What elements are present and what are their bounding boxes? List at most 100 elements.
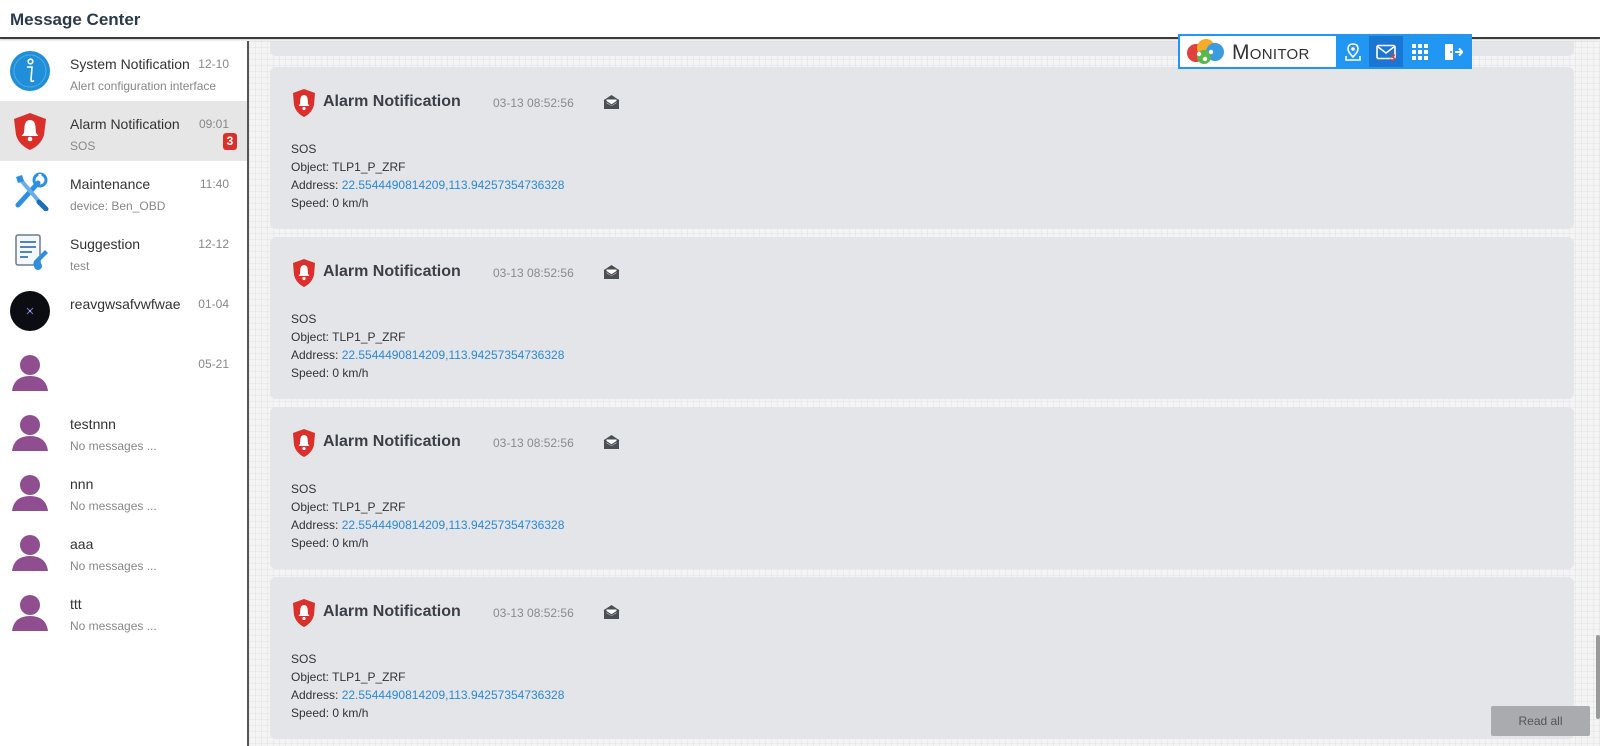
message-time: 03-13 08:52:56: [493, 266, 574, 280]
message-object-line: Object: TLP1_P_ZRF: [291, 160, 406, 174]
monitor-toolbar: Monitor 3: [1178, 34, 1472, 69]
message-address-line: Address: 22.5544490814209,113.9425735473…: [291, 518, 565, 532]
grid-apps-icon: [1411, 43, 1428, 60]
sidebar-item-suggestion[interactable]: Suggestion test 12-12: [0, 221, 247, 281]
envelope-open-icon[interactable]: [603, 604, 620, 620]
sidebar-item-system-notification[interactable]: System Notification Alert configuration …: [0, 41, 247, 101]
message-list: Alarm Notification 03-13 08:52:56 SOS Ob…: [249, 41, 1600, 746]
map-button[interactable]: [1335, 36, 1370, 67]
sidebar-item-name: testnnn: [70, 416, 116, 432]
message-body: SOS Object: TLP1_P_ZRF Address: 22.55444…: [291, 650, 564, 722]
sidebar-item-alarm-notification[interactable]: Alarm Notification SOS 09:01 3: [0, 101, 247, 161]
message-title: Alarm Notification: [323, 93, 461, 110]
message-card[interactable]: Alarm Notification 03-13 08:52:56 SOS Ob…: [270, 67, 1574, 229]
sidebar-item-time: 01-04: [198, 297, 229, 311]
alarm-shield-icon: [293, 89, 315, 117]
user-avatar-icon: [12, 355, 48, 391]
message-object-line: Object: TLP1_P_ZRF: [291, 330, 406, 344]
sidebar-item-name: reavgwsafvwfwae: [70, 296, 181, 312]
sidebar-item-aaa[interactable]: aaa No messages ...: [0, 521, 247, 581]
sidebar-item-name: Alarm Notification: [70, 116, 180, 132]
sidebar-item-preview: No messages ...: [70, 559, 157, 573]
monitor-logo-text: Monitor: [1232, 41, 1310, 64]
sidebar-item-name: Suggestion: [70, 236, 141, 252]
sidebar-item-time: 11:40: [199, 177, 229, 191]
message-speed-line: Speed: 0 km/h: [291, 706, 369, 720]
sidebar-item-unnamed[interactable]: 05-21: [0, 341, 247, 401]
message-address-line: Address: 22.5544490814209,113.9425735473…: [291, 348, 565, 362]
sidebar-item-preview: device: Ben_OBD: [70, 199, 166, 213]
message-title: Alarm Notification: [323, 263, 461, 280]
message-body: SOS Object: TLP1_P_ZRF Address: 22.55444…: [291, 140, 564, 212]
monitor-logo[interactable]: Monitor: [1180, 36, 1336, 67]
message-time: 03-13 08:52:56: [493, 606, 574, 620]
message-speed-line: Speed: 0 km/h: [291, 196, 369, 210]
sidebar-item-reavgwsafvwfwae[interactable]: reavgwsafvwfwae 01-04: [0, 281, 247, 341]
logout-icon: [1445, 43, 1464, 60]
logout-button[interactable]: [1436, 36, 1470, 67]
sidebar-item-maintenance[interactable]: Maintenance device: Ben_OBD 11:40: [0, 161, 247, 221]
sidebar-item-ttt[interactable]: ttt No messages ...: [0, 581, 247, 641]
page-title: Message Center: [10, 10, 141, 29]
sidebar-item-time: 12-12: [198, 237, 229, 251]
message-speed-line: Speed: 0 km/h: [291, 536, 369, 550]
message-card[interactable]: Alarm Notification 03-13 08:52:56 SOS Ob…: [270, 237, 1574, 399]
envelope-open-icon[interactable]: [603, 434, 620, 450]
suggestion-form-icon: [15, 234, 48, 270]
message-object: TLP1_P_ZRF: [332, 160, 406, 174]
address-link[interactable]: 22.5544490814209,113.94257354736328: [342, 348, 565, 362]
mail-badge: 3: [1389, 52, 1396, 64]
sidebar-item-name: System Notification: [70, 56, 190, 72]
message-speed: 0 km/h: [332, 706, 369, 720]
message-object: TLP1_P_ZRF: [332, 500, 406, 514]
message-type: SOS: [291, 652, 317, 666]
address-link[interactable]: 22.5544490814209,113.94257354736328: [342, 688, 565, 702]
alarm-shield-icon: [293, 259, 315, 287]
read-all-button[interactable]: Read all: [1491, 706, 1590, 736]
address-link[interactable]: 22.5544490814209,113.94257354736328: [342, 518, 565, 532]
message-address-line: Address: 22.5544490814209,113.9425735473…: [291, 178, 565, 192]
sidebar-item-name: aaa: [70, 536, 94, 552]
sidebar-item-preview: test: [70, 259, 90, 273]
sidebar-item-preview: No messages ...: [70, 619, 157, 633]
message-card[interactable]: Alarm Notification 03-13 08:52:56 SOS Ob…: [270, 577, 1574, 739]
message-object: TLP1_P_ZRF: [332, 670, 406, 684]
message-body: SOS Object: TLP1_P_ZRF Address: 22.55444…: [291, 480, 564, 552]
messages-button[interactable]: 3: [1369, 36, 1403, 67]
message-type: SOS: [291, 142, 317, 156]
scrollbar[interactable]: [1594, 41, 1600, 746]
user-avatar-icon: [12, 595, 48, 631]
message-object: TLP1_P_ZRF: [332, 330, 406, 344]
envelope-open-icon[interactable]: [603, 94, 620, 110]
sidebar-item-preview: No messages ...: [70, 439, 157, 453]
sidebar-item-time: 12-10: [198, 57, 229, 71]
sidebar-item-preview: Alert configuration interface: [70, 79, 217, 93]
message-type: SOS: [291, 482, 317, 496]
message-speed: 0 km/h: [332, 536, 369, 550]
envelope-open-icon[interactable]: [603, 264, 620, 280]
message-speed-line: Speed: 0 km/h: [291, 366, 369, 380]
sidebar-item-time: 05-21: [198, 357, 229, 371]
user-avatar-icon: [12, 475, 48, 511]
message-object-line: Object: TLP1_P_ZRF: [291, 670, 406, 684]
scrollbar-thumb[interactable]: [1596, 635, 1600, 719]
message-time: 03-13 08:52:56: [493, 96, 574, 110]
address-link[interactable]: 22.5544490814209,113.94257354736328: [342, 178, 565, 192]
sidebar-item-nnn[interactable]: nnn No messages ...: [0, 461, 247, 521]
alarm-shield-icon: [293, 429, 315, 457]
message-body: SOS Object: TLP1_P_ZRF Address: 22.55444…: [291, 310, 564, 382]
message-speed: 0 km/h: [332, 366, 369, 380]
user-avatar-icon: [12, 535, 48, 571]
apps-button[interactable]: [1402, 36, 1437, 67]
map-pin-icon: [1344, 42, 1361, 61]
sidebar-item-name: nnn: [70, 476, 94, 492]
message-card[interactable]: Alarm Notification 03-13 08:52:56 SOS Ob…: [270, 407, 1574, 569]
conversation-sidebar: System Notification Alert configuration …: [0, 41, 249, 746]
monitor-logo-icon: [1187, 39, 1224, 64]
alarm-shield-icon: [14, 113, 46, 150]
sidebar-item-preview: SOS: [70, 139, 96, 153]
message-object-line: Object: TLP1_P_ZRF: [291, 500, 406, 514]
message-time: 03-13 08:52:56: [493, 436, 574, 450]
sidebar-item-testnnn[interactable]: testnnn No messages ...: [0, 401, 247, 461]
message-address-line: Address: 22.5544490814209,113.9425735473…: [291, 688, 565, 702]
